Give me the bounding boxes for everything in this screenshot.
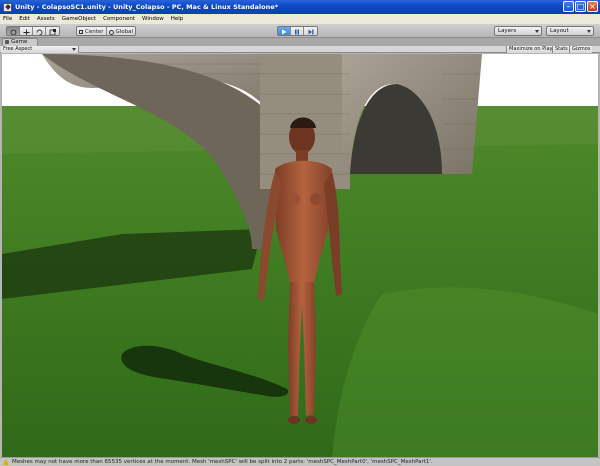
play-icon: [282, 29, 287, 35]
aspect-dropdown[interactable]: Free Aspect: [1, 46, 79, 53]
layers-dropdown[interactable]: Layers: [494, 26, 542, 36]
play-controls: [277, 26, 318, 36]
move-tool-button[interactable]: [20, 27, 33, 35]
scale-tool-button[interactable]: [46, 27, 59, 35]
hand-icon: [10, 29, 16, 35]
close-button[interactable]: ×: [587, 1, 598, 12]
menu-assets[interactable]: Assets: [37, 16, 55, 22]
pivot-toggles: Center Global: [76, 26, 137, 36]
status-bar[interactable]: Meshes may not have more than 65535 vert…: [0, 457, 600, 466]
pause-icon: [295, 29, 299, 35]
game-icon: [5, 40, 9, 44]
title-bar: Unity - ColapsoSC1.unity - Unity_Colapso…: [0, 0, 600, 14]
window-controls: – □ ×: [563, 1, 598, 12]
aspect-label: Free Aspect: [3, 46, 33, 52]
step-button[interactable]: [304, 27, 317, 35]
game-panel: Game Free Aspect Maximize on Play Stats …: [0, 38, 600, 457]
hand-tool-button[interactable]: [7, 27, 20, 35]
warning-icon: [3, 459, 9, 465]
pivot-center-button[interactable]: Center: [77, 27, 107, 35]
menu-help[interactable]: Help: [171, 16, 184, 22]
layers-label: Layers: [498, 28, 517, 34]
tab-game-label: Game: [11, 39, 28, 45]
menu-window[interactable]: Window: [142, 16, 164, 22]
stats-label: Stats: [555, 46, 568, 52]
gizmos-label: Gizmos: [572, 46, 591, 52]
gizmos-toggle[interactable]: Gizmos: [569, 46, 593, 53]
unity-logo-icon: [3, 2, 12, 12]
pivot-global-button[interactable]: Global: [106, 27, 136, 35]
layout-label: Layout: [550, 28, 569, 34]
globe-icon: [108, 29, 114, 35]
grass-light-patch: [332, 287, 598, 457]
menu-file[interactable]: File: [3, 16, 12, 22]
game-viewport[interactable]: [2, 54, 598, 457]
play-button[interactable]: [278, 27, 291, 35]
maximize-on-play-toggle[interactable]: Maximize on Play: [506, 46, 555, 53]
maximize-button[interactable]: □: [575, 1, 586, 12]
pivot-icon: [79, 30, 83, 34]
game-view-toolbar: Free Aspect Maximize on Play Stats Gizmo…: [0, 46, 600, 53]
rotate-icon: [36, 29, 42, 35]
pivot-label: Center: [85, 29, 104, 35]
tab-strip: Game: [0, 38, 600, 46]
menu-edit[interactable]: Edit: [19, 16, 30, 22]
space-label: Global: [115, 29, 134, 35]
chevron-down-icon: [535, 30, 539, 33]
status-message: Meshes may not have more than 65535 vert…: [12, 459, 433, 465]
rotate-tool-button[interactable]: [33, 27, 46, 35]
move-icon: [23, 29, 29, 35]
maximize-label: Maximize on Play: [509, 46, 553, 52]
main-toolbar: Center Global Layers Layout: [0, 24, 600, 38]
layout-dropdown[interactable]: Layout: [546, 26, 594, 36]
chevron-down-icon: [72, 48, 76, 51]
tab-game[interactable]: Game: [2, 38, 38, 46]
step-icon: [308, 29, 313, 35]
window-title: Unity - ColapsoSC1.unity - Unity_Colapso…: [15, 3, 279, 11]
menu-gameobject[interactable]: GameObject: [62, 16, 96, 22]
stats-toggle[interactable]: Stats: [552, 46, 570, 53]
pause-button[interactable]: [291, 27, 304, 35]
minimize-button[interactable]: –: [563, 1, 574, 12]
chevron-down-icon: [587, 30, 591, 33]
menu-bar: File Edit Assets GameObject Component Wi…: [0, 14, 600, 24]
menu-component[interactable]: Component: [103, 16, 135, 22]
scene-render: [2, 54, 598, 457]
transform-tools: [6, 26, 60, 36]
scale-icon: [49, 28, 56, 35]
